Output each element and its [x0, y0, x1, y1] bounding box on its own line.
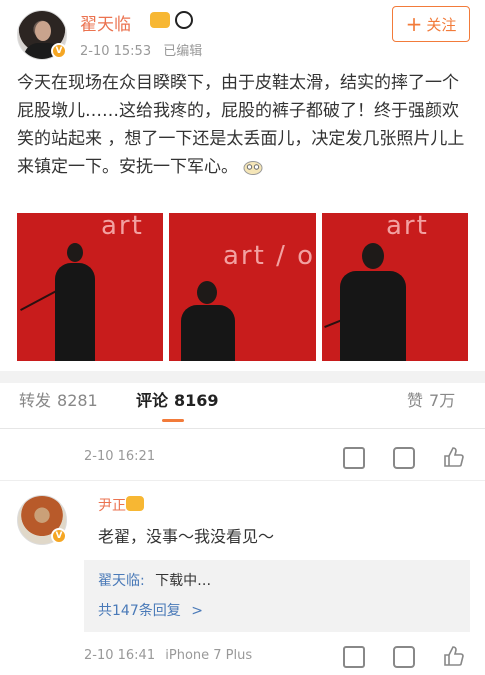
photo-figure	[181, 305, 235, 361]
reply-icon[interactable]	[393, 646, 415, 668]
tab-comment-label: 评论	[136, 391, 169, 410]
tab-repost-label: 转发	[19, 391, 52, 410]
tab-like-label: 赞	[407, 391, 424, 410]
share-icon[interactable]	[343, 447, 365, 469]
photo-figure	[55, 263, 95, 361]
photo-figure	[340, 271, 406, 361]
comment-text: 老翟，没事～我没看见～	[98, 527, 275, 546]
avatar-face	[35, 21, 51, 41]
follow-label: 关注	[426, 15, 457, 34]
tabs-divider	[0, 428, 485, 429]
tab-repost[interactable]: 转发 8281	[19, 387, 98, 411]
like-icon[interactable]	[442, 645, 464, 667]
comment-meta: 2-10 16:41 iPhone 7 Plus	[84, 648, 252, 663]
crown-badge-icon	[150, 12, 170, 28]
photo-head	[362, 243, 384, 269]
follow-button[interactable]: + 关注	[392, 6, 470, 42]
like-icon[interactable]	[442, 446, 464, 468]
tab-active-indicator	[162, 419, 184, 422]
reply-line: 翟天临: 下载中…	[98, 570, 211, 590]
comment-time: 2-10 16:41	[84, 648, 156, 663]
more-replies-label: 共147条回复	[98, 603, 181, 619]
panda-badge-icon	[175, 11, 193, 29]
post-photo-2[interactable]: art / o	[169, 213, 316, 361]
post-text: 今天在现场在众目睽睽下，由于皮鞋太滑，结实的摔了一个屁股墩儿……这给我疼的，屁股…	[17, 69, 472, 181]
tab-comment-count: 8169	[174, 391, 219, 410]
comment-divider	[0, 480, 485, 481]
post-photo-1[interactable]: art	[17, 213, 163, 361]
section-separator	[0, 371, 485, 383]
post-meta: 2-10 15:53 已编辑	[80, 40, 202, 59]
share-icon[interactable]	[343, 646, 365, 668]
tab-like[interactable]: 赞 7万	[407, 387, 455, 411]
reply-icon[interactable]	[393, 447, 415, 469]
tab-repost-count: 8281	[57, 391, 98, 410]
crown-badge-icon	[126, 496, 144, 511]
photo-neon-text: art	[101, 213, 144, 241]
plus-icon: +	[405, 12, 423, 36]
reply-preview[interactable]: 翟天临: 下载中… 共147条回复 >	[84, 560, 470, 632]
comment-device: iPhone 7 Plus	[165, 648, 253, 663]
verified-badge-icon: V	[51, 528, 67, 544]
author-name[interactable]: 翟天临	[80, 10, 131, 35]
commenter-name[interactable]: 尹正	[98, 495, 126, 515]
photo-neon-text: art	[386, 213, 429, 241]
photo-neon-text: art / o	[223, 241, 316, 271]
reply-author[interactable]: 翟天临:	[98, 573, 145, 589]
photo-head	[197, 281, 217, 304]
photo-head	[67, 243, 83, 262]
tab-like-count: 7万	[429, 391, 456, 410]
post-time: 2-10 15:53	[80, 44, 152, 59]
reply-text: 下载中…	[155, 573, 212, 589]
post-photo-3[interactable]: art	[322, 213, 468, 361]
post-edited: 已编辑	[163, 44, 203, 59]
post-body: 今天在现场在众目睽睽下，由于皮鞋太滑，结实的摔了一个屁股墩儿……这给我疼的，屁股…	[17, 73, 465, 177]
tab-comment[interactable]: 评论 8169	[136, 387, 219, 411]
more-replies-link[interactable]: 共147条回复 >	[98, 600, 203, 620]
doge-emoji-icon	[243, 161, 263, 175]
verified-badge-icon: V	[51, 43, 67, 59]
chevron-right-icon: >	[191, 603, 203, 619]
comment-time: 2-10 16:21	[84, 449, 156, 464]
